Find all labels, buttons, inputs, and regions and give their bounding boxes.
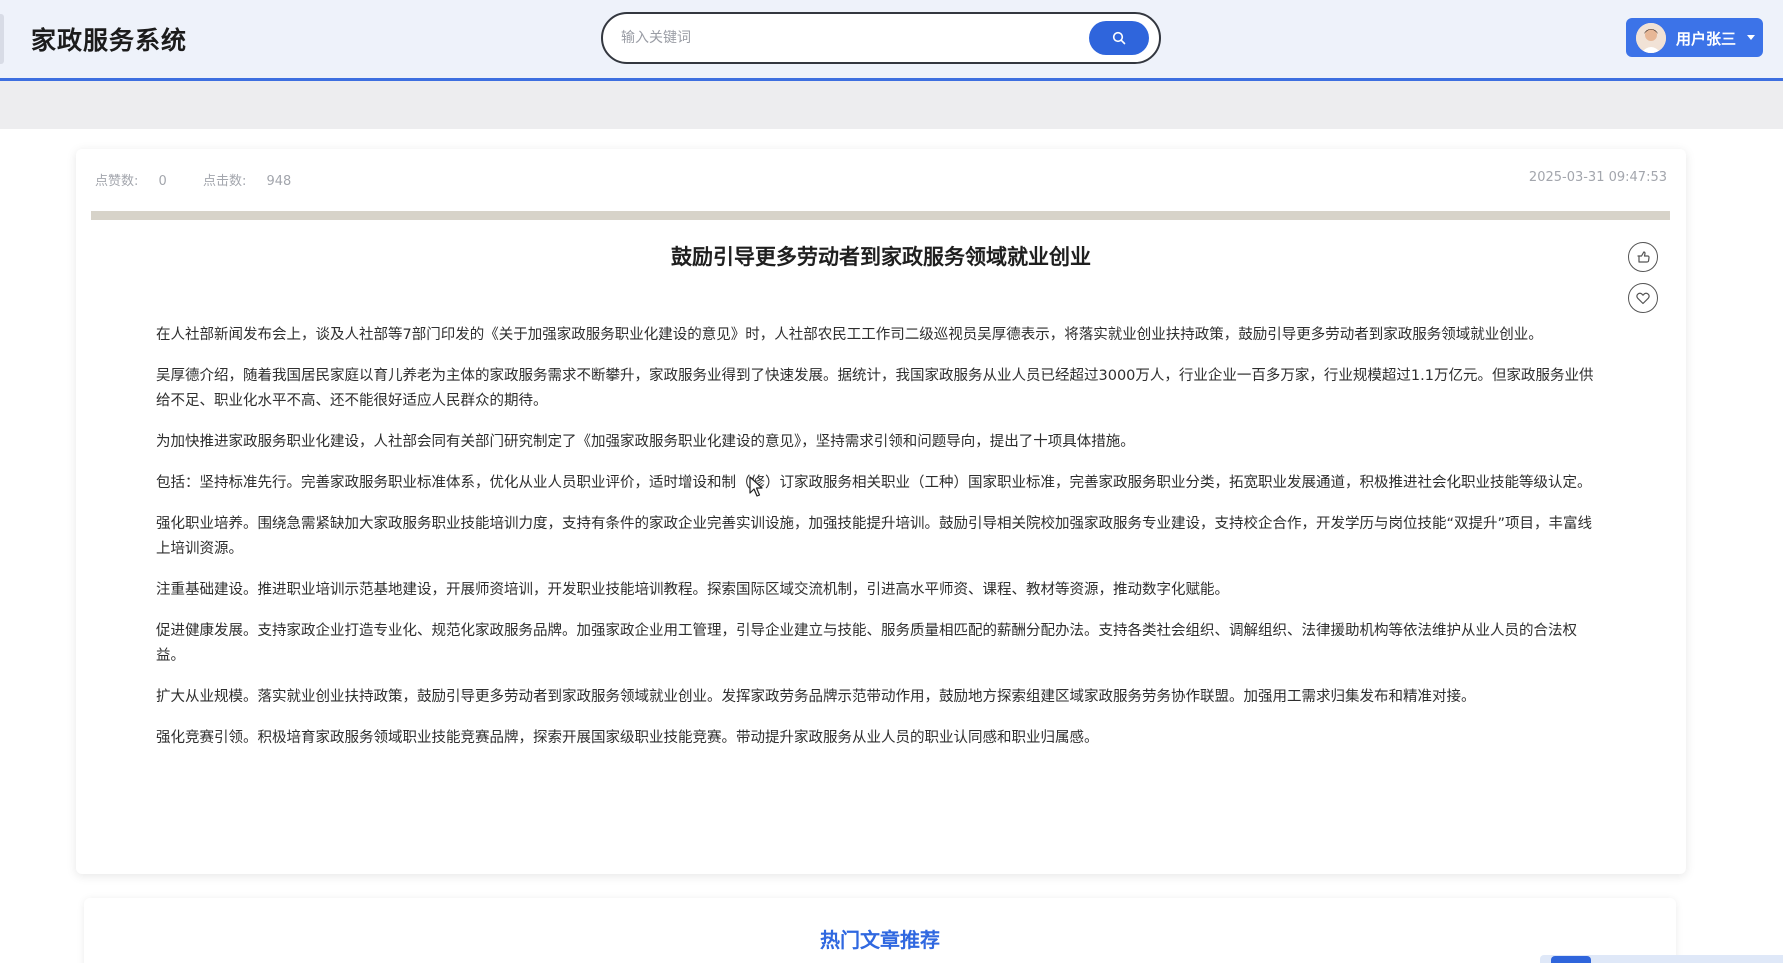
app-title: 家政服务系统 [31,26,188,55]
favorite-button[interactable] [1628,283,1658,313]
user-name: 用户张三 [1676,30,1737,48]
avatar [1636,23,1666,53]
like-button[interactable] [1628,242,1658,272]
sidebar-toggle-edge[interactable] [0,14,4,64]
article-title: 鼓励引导更多劳动者到家政服务领域就业创业 [671,245,1091,269]
header-spacer-band [0,81,1783,129]
thumbs-up-icon [1637,251,1650,263]
article-paragraph: 扩大从业规模。落实就业创业扶持政策，鼓励引导更多劳动者到家政服务领域就业创业。发… [156,689,1476,705]
search-bar [601,12,1161,64]
top-header: 家政服务系统 用户张三 [0,0,1783,81]
article-body: 在人社部新闻发布会上，谈及人社部等7部门印发的《关于加强家政服务职业化建设的意见… [156,323,1602,767]
user-menu-button[interactable]: 用户张三 [1626,18,1763,57]
likes-stat: 点赞数: 0 [95,174,183,189]
search-button[interactable] [1089,21,1149,55]
article-paragraph: 包括：坚持标准先行。完善家政服务职业标准体系，优化从业人员职业评价，适时增设和制… [156,475,1592,491]
clicks-stat: 点击数: 948 [203,174,307,189]
article-card: 点赞数: 0 点击数: 948 2025-03-31 09:47:53 鼓励引导… [76,149,1686,874]
article-paragraph: 为加快推进家政服务职业化建设，人社部会同有关部门研究制定了《加强家政服务职业化建… [156,434,1135,450]
article-paragraph: 在人社部新闻发布会上，谈及人社部等7部门印发的《关于加强家政服务职业化建设的意见… [156,327,1543,343]
clicks-label: 点击数: [202,174,247,189]
article-divider [91,211,1670,220]
article-datetime: 2025-03-31 09:47:53 [1528,170,1667,185]
article-paragraph: 强化职业培养。围绕急需紧缺加大家政服务职业技能培训力度，支持有条件的家政企业完善… [156,516,1593,557]
likes-label: 点赞数: [95,174,139,189]
article-paragraph: 促进健康发展。支持家政企业打造专业化、规范化家政服务品牌。加强家政企业用工管理，… [156,623,1577,664]
article-paragraph: 吴厚德介绍，随着我国居民家庭以育儿养老为主体的家政服务需求不断攀升，家政服务业得… [156,368,1594,409]
clicks-count: 948 [266,174,292,189]
likes-count: 0 [158,174,167,189]
hot-articles-title: 热门文章推荐 [820,928,940,952]
mouse-cursor-icon [749,476,763,497]
scroll-to-top-button[interactable] [1551,956,1591,963]
search-icon [1112,31,1126,45]
article-paragraph: 强化竞赛引领。积极培育家政服务领域职业技能竞赛品牌，探索开展国家级职业技能竞赛。… [156,730,1099,746]
hot-articles-section: 热门文章推荐 [84,898,1676,963]
article-stats: 点赞数: 0 点击数: 948 [95,170,323,189]
article-paragraph: 注重基础建设。推进职业培训示范基地建设，开展师资培训，开发职业技能培训教程。探索… [156,582,1229,598]
chevron-down-icon [1747,35,1755,40]
search-input[interactable] [621,24,1031,52]
heart-icon [1636,292,1650,305]
